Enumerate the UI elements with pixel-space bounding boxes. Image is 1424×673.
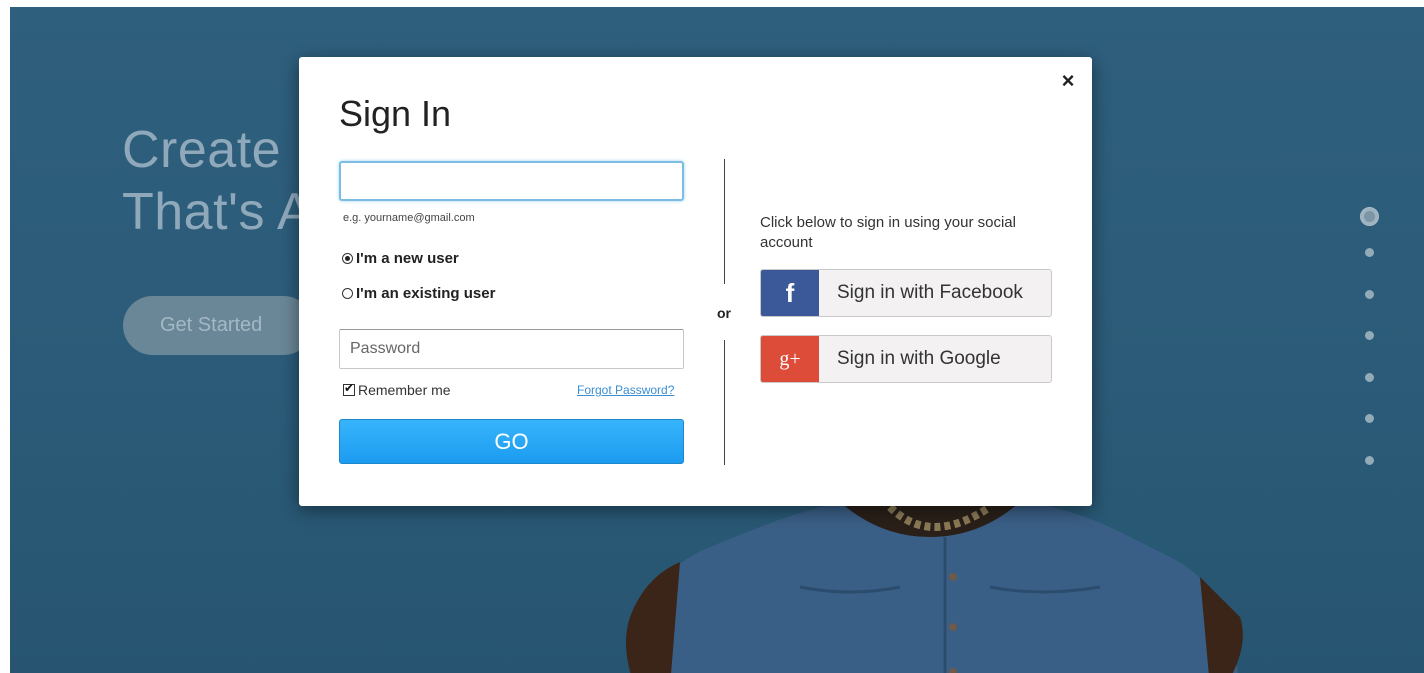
hero-headline: Create That's A xyxy=(122,121,313,241)
password-input[interactable] xyxy=(339,329,684,369)
slide-dot[interactable] xyxy=(1365,290,1374,299)
divider-line-bottom xyxy=(724,340,725,465)
social-prompt: Click below to sign in using your social… xyxy=(760,214,1016,251)
forgot-password-link[interactable]: Forgot Password? xyxy=(577,383,674,397)
google-plus-icon: g+ xyxy=(761,336,819,382)
slide-dot[interactable] xyxy=(1365,414,1374,423)
remember-me-label: Remember me xyxy=(358,382,451,398)
go-button[interactable]: GO xyxy=(339,419,684,464)
google-button-label: Sign in with Google xyxy=(837,348,1001,369)
slide-dot[interactable] xyxy=(1365,331,1374,340)
facebook-button-label: Sign in with Facebook xyxy=(837,282,1023,303)
slide-dot[interactable] xyxy=(1365,248,1374,257)
new-user-radio[interactable]: I'm a new user xyxy=(342,250,459,267)
slide-dot[interactable] xyxy=(1365,373,1374,382)
existing-user-label: I'm an existing user xyxy=(356,285,496,302)
google-sign-in-button[interactable]: g+ Sign in with Google xyxy=(760,335,1052,383)
slide-dot[interactable] xyxy=(1365,456,1374,465)
divider-line-top xyxy=(724,159,725,284)
new-user-label: I'm a new user xyxy=(356,250,459,267)
slide-dot[interactable] xyxy=(1360,207,1379,226)
radio-unchecked-icon[interactable] xyxy=(342,288,353,299)
email-hint: e.g. yourname@gmail.com xyxy=(343,212,475,224)
radio-checked-icon[interactable] xyxy=(342,253,353,264)
get-started-button[interactable]: Get Started xyxy=(123,296,313,355)
or-separator: or xyxy=(717,305,731,321)
sign-in-modal: × Sign In e.g. yourname@gmail.com I'm a … xyxy=(299,57,1092,506)
facebook-sign-in-button[interactable]: f Sign in with Facebook xyxy=(760,269,1052,317)
remember-me[interactable]: Remember me xyxy=(343,381,451,398)
facebook-icon: f xyxy=(761,270,819,316)
close-icon[interactable]: × xyxy=(1056,69,1080,93)
email-input[interactable] xyxy=(339,161,684,201)
existing-user-radio[interactable]: I'm an existing user xyxy=(342,285,495,302)
remember-me-checkbox[interactable] xyxy=(343,381,355,396)
modal-title: Sign In xyxy=(339,93,452,134)
